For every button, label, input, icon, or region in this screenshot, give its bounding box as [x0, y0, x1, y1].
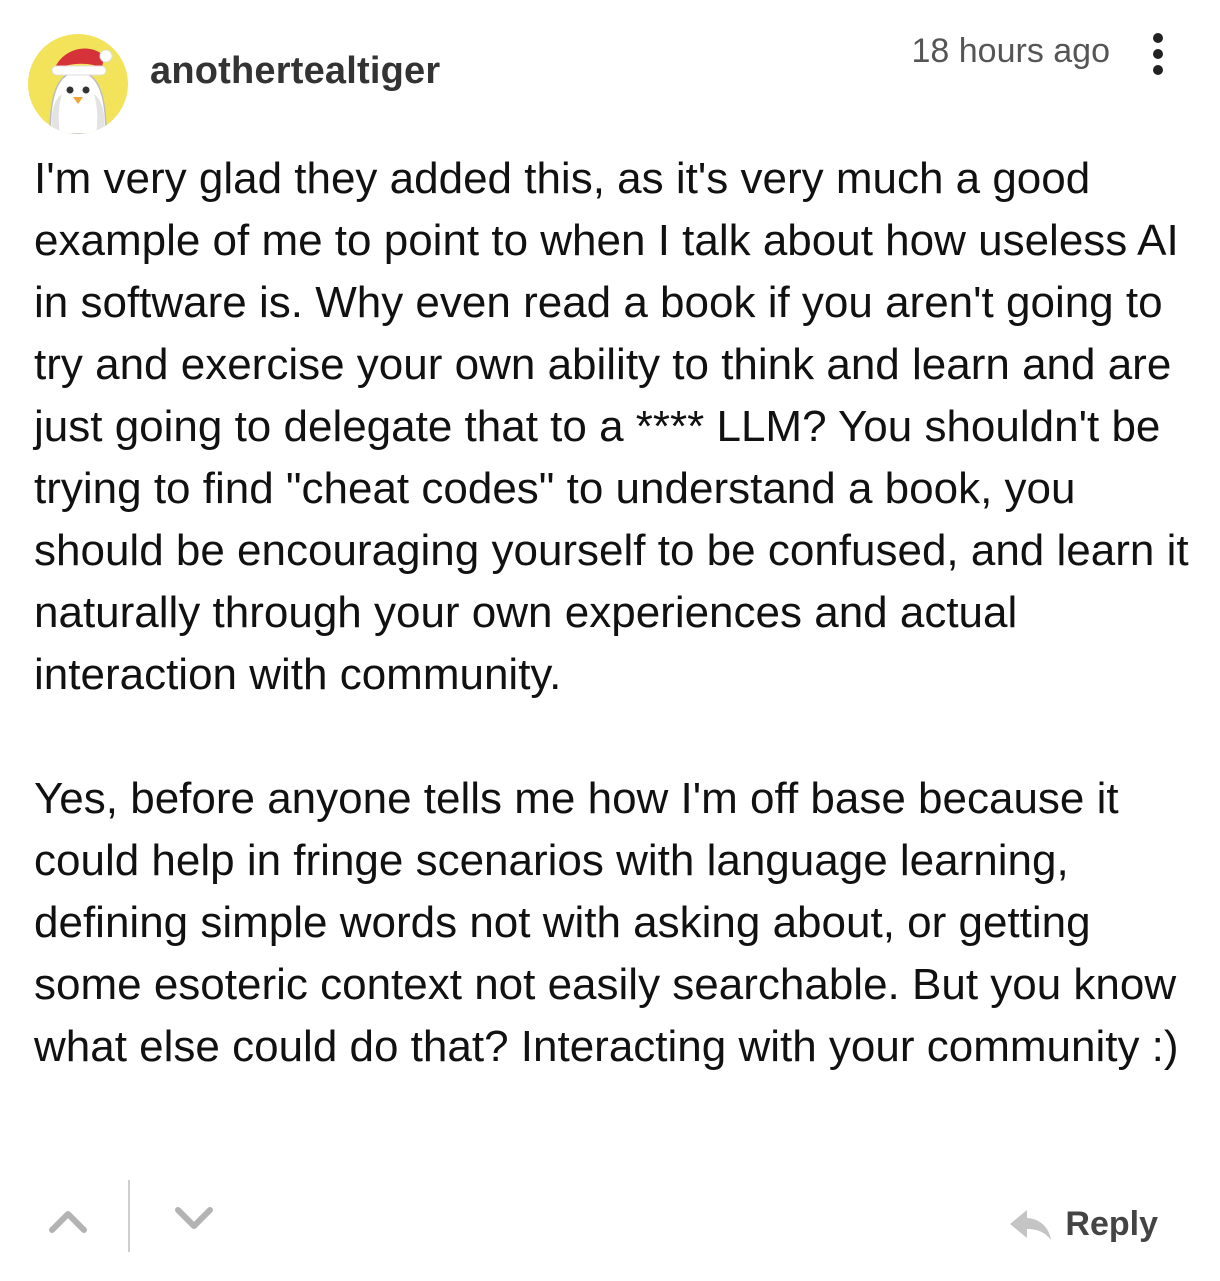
upvote-button[interactable]: [46, 1198, 90, 1238]
reply-label: Reply: [1065, 1204, 1158, 1243]
comment-paragraph: I'm very glad they added this, as it's v…: [34, 154, 1189, 699]
comment-action-bar: Reply: [0, 1178, 1220, 1258]
downvote-button[interactable]: [172, 1198, 216, 1238]
penguin-santa-hat-avatar-icon: [28, 34, 128, 134]
comment-body: I'm very glad they added this, as it's v…: [34, 148, 1204, 1078]
comment-paragraph: Yes, before anyone tells me how I'm off …: [34, 774, 1179, 1071]
comment-author[interactable]: anothertealtiger: [150, 50, 440, 93]
chevron-down-icon: [175, 1207, 213, 1229]
vertical-ellipsis-icon: [1153, 33, 1163, 75]
comment-timestamp: 18 hours ago: [911, 32, 1111, 70]
user-avatar[interactable]: [28, 34, 128, 134]
reply-button[interactable]: Reply: [1007, 1202, 1158, 1246]
comment-card: anothertealtiger 18 hours ago I'm very g…: [0, 0, 1220, 1281]
reply-arrow-icon: [1010, 1210, 1052, 1240]
more-options-button[interactable]: [1140, 30, 1176, 80]
chevron-up-icon: [49, 1211, 87, 1233]
vote-divider: [128, 1180, 130, 1252]
